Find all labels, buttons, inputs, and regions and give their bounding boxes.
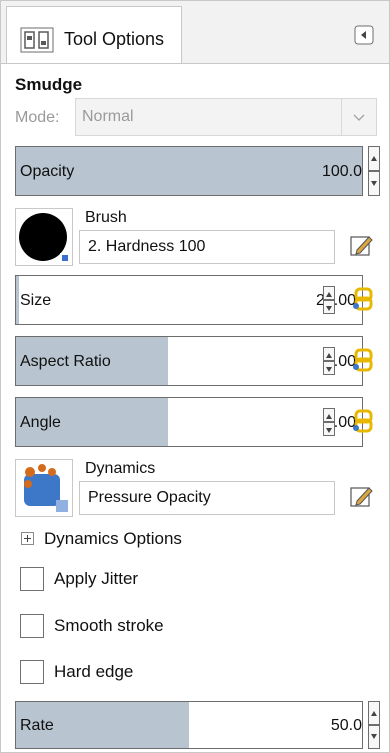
smooth-stroke-label: Smooth stroke: [54, 616, 164, 635]
dynamics-label: Dynamics: [85, 460, 156, 477]
brush-preview-icon[interactable]: [15, 208, 73, 266]
spin-down-icon[interactable]: [323, 300, 335, 314]
brush-name: 2. Hardness 100: [88, 238, 206, 255]
tab-tool-options[interactable]: Tool Options: [6, 6, 182, 63]
chevron-down-icon: [341, 99, 376, 135]
chain-link-icon[interactable]: [350, 286, 376, 312]
dynamics-icon[interactable]: [15, 459, 73, 517]
tool-name: Smudge: [15, 75, 83, 94]
hard-edge-label: Hard edge: [54, 662, 134, 681]
brush-label: Brush: [85, 209, 127, 226]
dynamics-name-field[interactable]: Pressure Opacity: [79, 481, 335, 515]
rate-slider[interactable]: Rate 50.0: [15, 701, 363, 749]
apply-jitter-label: Apply Jitter: [54, 569, 139, 588]
rate-value: 50.0: [330, 717, 362, 734]
rate-label: Rate: [20, 717, 54, 734]
dynamics-name: Pressure Opacity: [88, 489, 211, 506]
apply-jitter-checkbox[interactable]: [20, 567, 44, 591]
smooth-stroke-checkbox[interactable]: [20, 614, 44, 638]
size-fill: [16, 276, 20, 324]
tab-label: Tool Options: [64, 29, 165, 49]
opacity-label: Opacity: [20, 163, 75, 180]
opacity-slider[interactable]: Opacity 100.0: [15, 146, 363, 196]
aspect-ratio-label: Aspect Ratio: [20, 353, 111, 370]
tool-options-panel: Tool Options Smudge Mode: Normal Opacity…: [0, 0, 390, 753]
dynamics-options-expander[interactable]: Dynamics Options: [21, 529, 182, 549]
opacity-value: 100.0: [321, 163, 362, 180]
chain-link-icon[interactable]: [350, 408, 376, 434]
spin-up-icon[interactable]: [323, 347, 335, 361]
spin-down-icon[interactable]: [323, 361, 335, 375]
angle-label: Angle: [20, 414, 61, 431]
brush-name-field[interactable]: 2. Hardness 100: [79, 230, 335, 264]
mode-value: Normal: [82, 108, 134, 125]
spin-up-icon[interactable]: [323, 408, 335, 422]
expand-plus-icon: [21, 532, 34, 545]
tab-strip: Tool Options: [1, 1, 389, 64]
spin-up-icon[interactable]: [368, 146, 380, 171]
hard-edge-checkbox[interactable]: [20, 660, 44, 684]
mode-select[interactable]: Normal: [75, 98, 377, 136]
spin-up-icon[interactable]: [368, 701, 380, 725]
dynamics-options-label: Dynamics Options: [44, 529, 182, 548]
tool-options-icon: [20, 27, 54, 58]
collapse-left-icon[interactable]: [354, 25, 374, 45]
mode-label: Mode:: [15, 109, 60, 126]
edit-icon[interactable]: [348, 483, 374, 509]
aspect-ratio-slider[interactable]: Aspect Ratio 0.00: [15, 336, 363, 386]
size-slider[interactable]: Size 20.00: [15, 275, 363, 325]
chain-link-icon[interactable]: [350, 347, 376, 373]
size-label: Size: [20, 292, 52, 309]
angle-slider[interactable]: Angle 0.00: [15, 397, 363, 447]
spin-down-icon[interactable]: [323, 422, 335, 436]
edit-icon[interactable]: [348, 232, 374, 258]
spin-down-icon[interactable]: [368, 725, 380, 749]
spin-down-icon[interactable]: [368, 171, 380, 196]
spin-up-icon[interactable]: [323, 286, 335, 300]
